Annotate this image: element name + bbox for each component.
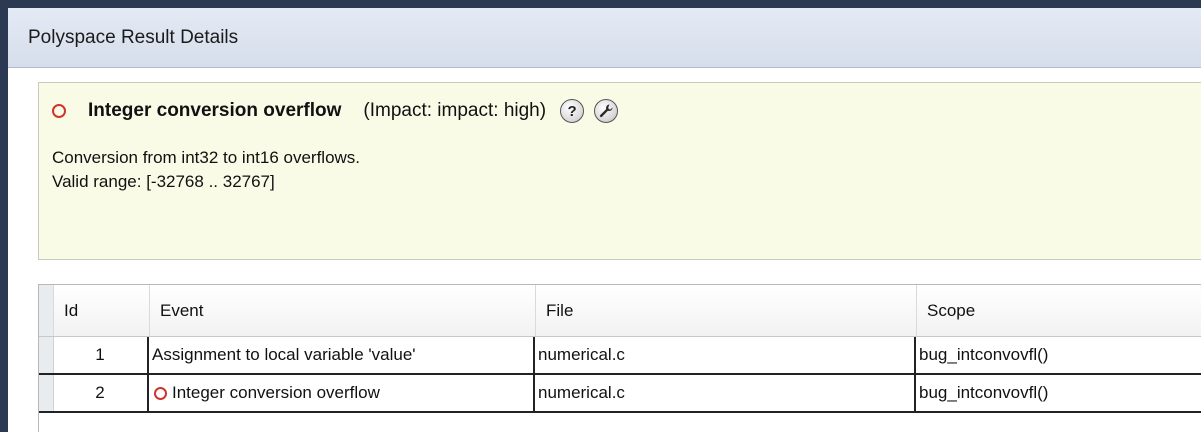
impact-label: (Impact: impact: high) — [363, 100, 547, 121]
red-circle-icon — [52, 104, 66, 118]
wrench-icon — [600, 104, 613, 118]
review-tool-button[interactable] — [594, 99, 619, 123]
table-row[interactable]: 2 Integer conversion overflow numerical.… — [39, 375, 1201, 413]
row-selector-header — [39, 285, 54, 336]
table-header: Id Event File Scope — [39, 285, 1201, 337]
cell-file: numerical.c — [535, 337, 916, 373]
result-header: Integer conversion overflow (Impact: imp… — [52, 95, 619, 127]
question-icon: ? — [567, 102, 577, 120]
cell-scope: bug_intconvovfl() — [919, 383, 1049, 402]
column-header-event[interactable]: Event — [149, 285, 535, 336]
red-circle-icon — [154, 386, 167, 400]
cell-event: Integer conversion overflow — [149, 375, 535, 411]
cell-event-label: Integer conversion overflow — [172, 383, 380, 402]
cell-scope: bug_intconvovfl() — [919, 345, 1049, 364]
cell-event: Assignment to local variable 'value' — [149, 337, 535, 373]
events-table: Id Event File Scope 1 Assignment to loca… — [38, 284, 1201, 432]
window-titlebar[interactable]: Polyspace Result Details — [8, 8, 1201, 68]
result-detail-panel: Integer conversion overflow (Impact: imp… — [38, 82, 1201, 260]
table-row[interactable]: 1 Assignment to local variable 'value' n… — [39, 337, 1201, 375]
column-header-file[interactable]: File — [535, 285, 916, 336]
help-button[interactable]: ? — [560, 99, 585, 123]
cell-id: 2 — [53, 375, 149, 411]
row-selector — [39, 337, 54, 373]
cell-id: 1 — [53, 337, 149, 373]
result-message-line: Valid range: [-32768 .. 32767] — [52, 172, 275, 191]
window-title: Polyspace Result Details — [28, 26, 239, 48]
row-selector — [39, 375, 54, 411]
column-header-scope[interactable]: Scope — [916, 285, 1201, 336]
check-name: Integer conversion overflow — [88, 100, 342, 121]
cell-file: numerical.c — [535, 375, 916, 411]
result-message-line: Conversion from int32 to int16 overflows… — [52, 148, 361, 167]
column-header-id[interactable]: Id — [53, 285, 149, 336]
